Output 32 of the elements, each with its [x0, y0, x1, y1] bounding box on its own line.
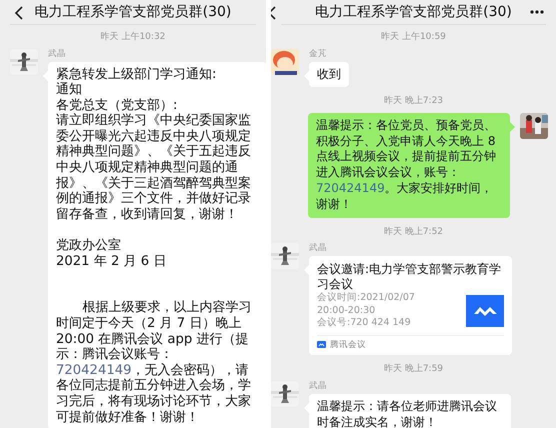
- meeting-number-link[interactable]: 720424149: [56, 362, 132, 378]
- sender-name: 金芃: [309, 48, 328, 60]
- message-text: 党政办公室: [56, 238, 122, 254]
- message-text: 温馨提示：请各位老师进腾讯会议时备注成实名，谢谢！: [317, 398, 498, 428]
- message-text: 温馨提示：各位党员、预备党员、积极分子、入党申请人今天晚上 8 点线上视频会议，提前提前五分钟进入腾讯会议会议，账号： 720424149。大家安排好时间，谢谢！: [316, 118, 497, 213]
- card-detail: 20:00-20:30: [317, 304, 376, 317]
- message-text: 紧急转发上级部门学习通知:: [56, 66, 218, 82]
- card-source: 腾讯会议: [330, 338, 366, 352]
- sender-name: 武晶: [309, 243, 328, 254]
- meeting-number-link[interactable]: 720424149: [316, 180, 385, 195]
- message-time: 昨天 晚上7:59: [384, 363, 444, 376]
- message-text: 收到: [317, 66, 341, 82]
- message-time: 昨天 晚上7:23: [384, 95, 444, 108]
- message-time: 昨天 上午10:59: [381, 31, 446, 44]
- more-icon[interactable]: [530, 10, 544, 14]
- chat-title: 电力工程系学管支部党员群(30): [34, 3, 232, 22]
- meeting-app-logo: [466, 294, 504, 327]
- card-detail: 会议时间:2021/02/07: [317, 292, 415, 305]
- message-text: 根据上级要求，以上内容学习时间定于今天（2 月 7 日）晚上 20:00 在腾讯会议 app 进行（提示：腾讯会议账号： 720424149，无入会密码），请各位同志提前五分钟进入会场，学习完后，将有现场讨论环节，大家可提前做好准备！谢谢！: [56, 300, 252, 426]
- message-text: 各党总支（党支部）:: [56, 98, 178, 113]
- message-text: 通知: [56, 82, 83, 98]
- sender-name: 武晶: [48, 48, 67, 60]
- card-title: 会议邀请:电力学管支部警示教育学习会议: [317, 262, 502, 292]
- card-detail: 会议号:720 424 149: [317, 317, 412, 330]
- meeting-app-icon: [317, 341, 326, 348]
- chat-title: 电力工程系学管支部党员群(30): [315, 3, 512, 22]
- message-text: 请立即组织学习《中央纪委国家监委公开曝光六起违反中央八项规定精神典型问题》、《关于五起违反中央八项规定精神典型问题的通报》、《关于三起酒驾醉驾典型案例的通报》三个文件，并做好记录留存备查，收到请回复，谢谢！: [56, 113, 252, 222]
- message-text: 2021 年 2 月 6 日: [56, 254, 168, 270]
- message-time: 昨天 晚上7:52: [384, 226, 444, 239]
- sender-name: 武晶: [309, 380, 328, 392]
- message-time: 昨天 上午10:32: [100, 31, 166, 44]
- back-icon[interactable]: [14, 6, 24, 20]
